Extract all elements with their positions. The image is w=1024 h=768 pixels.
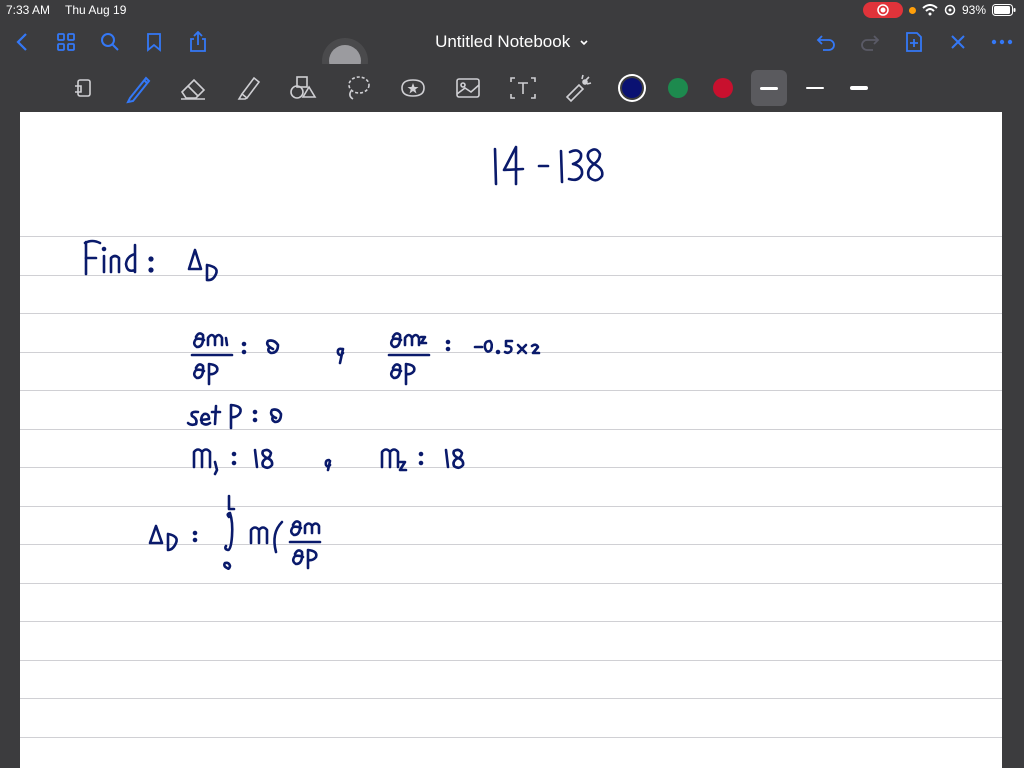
- status-time: 7:33 AM: [6, 3, 51, 17]
- color-swatch-red[interactable]: [713, 78, 733, 98]
- stroke-width-thick-icon: [850, 86, 868, 90]
- handwritten-integral: [148, 494, 322, 570]
- mic-indicator-icon: [908, 6, 916, 14]
- stroke-width-medium[interactable]: [797, 70, 833, 106]
- battery-icon: [992, 4, 1016, 16]
- notebook-title-text[interactable]: Untitled Notebook: [435, 32, 570, 51]
- stroke-width-medium-icon: [806, 87, 824, 89]
- handwritten-find: [83, 239, 218, 282]
- laser-icon[interactable]: [562, 72, 594, 104]
- location-icon: [944, 4, 956, 16]
- eraser-icon[interactable]: [177, 72, 209, 104]
- color-swatch-navy[interactable]: [622, 78, 642, 98]
- color-swatch-green[interactable]: [668, 78, 688, 98]
- pen-icon[interactable]: [122, 72, 154, 104]
- handwritten-moments: [192, 448, 465, 476]
- handwritten-set: [186, 403, 283, 430]
- status-date: Thu Aug 19: [65, 3, 127, 17]
- notebook-page[interactable]: [20, 112, 1002, 768]
- status-right: 93%: [862, 2, 1016, 18]
- stroke-width-thick[interactable]: [841, 70, 877, 106]
- lasso-tool-icon[interactable]: [68, 72, 100, 104]
- handwritten-notes: [83, 145, 604, 570]
- image-icon[interactable]: [452, 72, 484, 104]
- shapes-icon[interactable]: [287, 72, 319, 104]
- sticker-icon[interactable]: [397, 72, 429, 104]
- highlighter-icon[interactable]: [232, 72, 264, 104]
- stroke-width-fine[interactable]: [751, 70, 787, 106]
- chevron-down-icon[interactable]: [579, 39, 589, 47]
- battery-percent: 93%: [961, 3, 986, 17]
- screen-record-icon[interactable]: [862, 2, 903, 18]
- wifi-icon: [922, 4, 938, 16]
- text-icon[interactable]: [507, 72, 539, 104]
- stroke-width-fine-icon: [760, 86, 778, 90]
- notebook-title[interactable]: Untitled Notebook: [0, 32, 1024, 52]
- lasso-select-icon[interactable]: [342, 72, 374, 104]
- handwritten-heading: [493, 145, 604, 186]
- handwritten-partials: [190, 332, 541, 386]
- status-bar: 7:33 AM Thu Aug 19 93%: [0, 0, 1024, 20]
